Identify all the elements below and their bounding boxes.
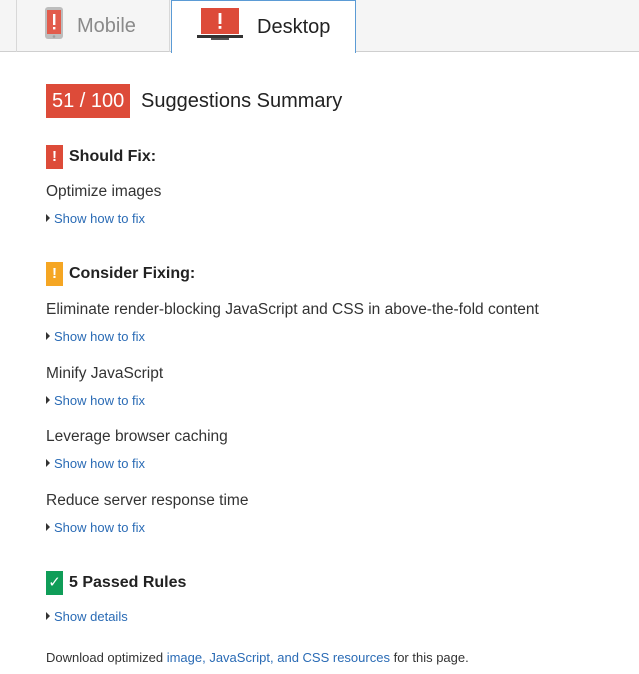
device-tab-bar: Mobile Desktop — [0, 0, 639, 53]
expand-triangle-icon — [46, 396, 50, 404]
consider-fixing-header: ! Consider Fixing: — [46, 262, 195, 286]
expand-triangle-icon — [46, 214, 50, 222]
exclamation-icon: ! — [46, 145, 63, 169]
show-how-to-fix-link[interactable]: Show how to fix — [46, 520, 145, 535]
passed-rules-title: 5 Passed Rules — [69, 574, 187, 591]
show-how-to-fix-label: Show how to fix — [54, 520, 146, 535]
expand-triangle-icon — [46, 612, 50, 620]
desktop-monitor-icon — [197, 8, 243, 46]
footer-suffix: for this page. — [389, 650, 469, 665]
passed-rules-header: ✓ 5 Passed Rules — [46, 571, 186, 595]
rule-browser-caching: Leverage browser caching — [46, 428, 228, 445]
expand-triangle-icon — [46, 332, 50, 340]
should-fix-title: Should Fix: — [69, 148, 157, 165]
rule-minify-javascript: Minify JavaScript — [46, 365, 164, 382]
show-how-to-fix-link[interactable]: Show how to fix — [46, 456, 145, 471]
rule-server-response: Reduce server response time — [46, 492, 249, 509]
show-how-to-fix-label: Show how to fix — [54, 393, 146, 408]
expand-triangle-icon — [46, 523, 50, 531]
footer-prefix: Download optimized — [46, 650, 167, 665]
summary-title: Suggestions Summary — [141, 90, 343, 112]
show-how-to-fix-label: Show how to fix — [54, 456, 146, 471]
expand-triangle-icon — [46, 459, 50, 467]
download-optimized-note: Download optimized image, JavaScript, an… — [46, 650, 469, 665]
download-resources-link[interactable]: image, JavaScript, and CSS resources — [167, 650, 390, 665]
score-badge: 51 / 100 — [46, 84, 131, 118]
show-how-to-fix-link[interactable]: Show how to fix — [46, 329, 145, 344]
tab-mobile-label: Mobile — [77, 14, 136, 37]
show-how-to-fix-link[interactable]: Show how to fix — [46, 393, 145, 408]
show-how-to-fix-label: Show how to fix — [54, 329, 146, 344]
checkmark-icon: ✓ — [46, 571, 63, 595]
tab-desktop-label: Desktop — [257, 15, 331, 38]
mobile-phone-icon — [45, 7, 63, 45]
rule-render-blocking: Eliminate render-blocking JavaScript and… — [46, 301, 539, 318]
warning-exclamation-icon: ! — [46, 262, 63, 286]
show-details-label: Show details — [54, 609, 128, 624]
tab-desktop[interactable]: Desktop — [171, 0, 356, 53]
should-fix-header: ! Should Fix: — [46, 145, 156, 169]
consider-fixing-title: Consider Fixing: — [69, 265, 196, 282]
tab-mobile[interactable]: Mobile — [16, 0, 170, 52]
show-how-to-fix-label: Show how to fix — [54, 211, 146, 226]
show-details-link[interactable]: Show details — [46, 609, 128, 624]
rule-optimize-images: Optimize images — [46, 183, 162, 200]
show-how-to-fix-link[interactable]: Show how to fix — [46, 211, 145, 226]
